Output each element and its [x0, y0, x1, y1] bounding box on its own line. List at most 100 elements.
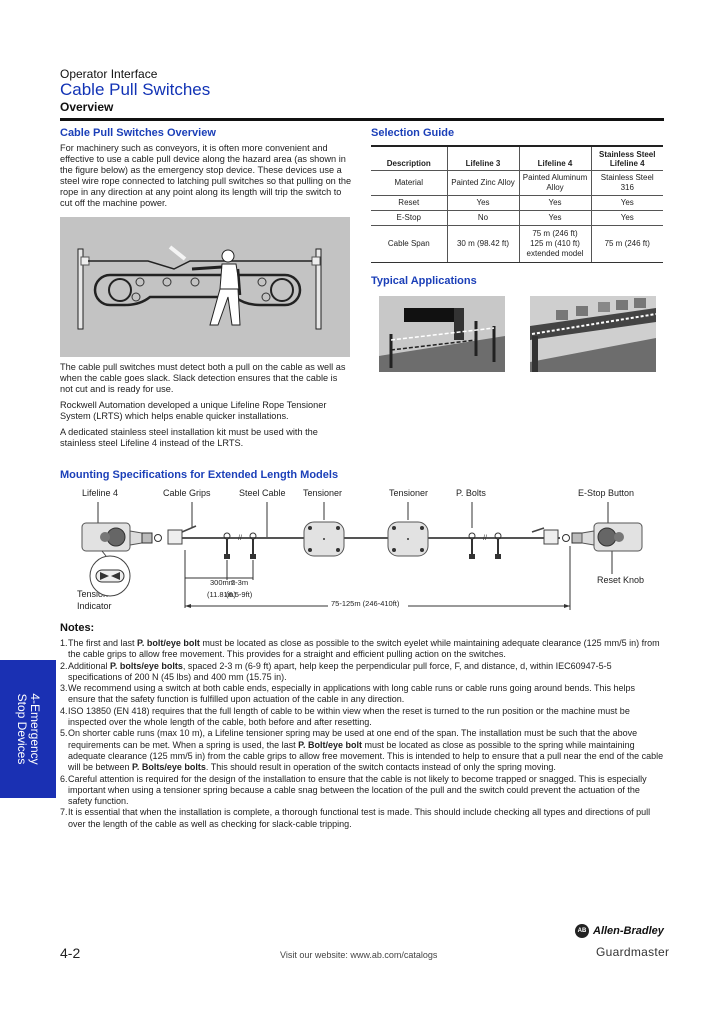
- note-item: 6. Careful attention is required for the …: [60, 774, 664, 808]
- label-estop-button: E-Stop Button: [578, 488, 635, 498]
- reset-knob: [100, 532, 110, 542]
- table-row: Material Painted Zinc Alloy Painted Alum…: [371, 170, 663, 196]
- conveyor-leg: [532, 336, 538, 372]
- note-text: Additional: [68, 660, 111, 671]
- note-number: 7.: [60, 807, 68, 818]
- note-text: . This should result in operation of the…: [205, 762, 556, 773]
- note-number: 5.: [60, 728, 68, 739]
- note-item: 3. We recommend using a switch at both ca…: [60, 683, 664, 706]
- mounting-title: Mounting Specifications for Extended Len…: [60, 469, 339, 481]
- conveyor-figure-svg: [77, 245, 322, 330]
- table-cell: Yes: [518, 195, 591, 211]
- p-bolt: [223, 532, 231, 559]
- overview-title: Cable Pull Switches Overview: [60, 127, 216, 139]
- table-cell: 75 m (246 ft) 125 m (410 ft) extended mo…: [518, 225, 591, 263]
- overview-paragraph: The cable pull switches must detect both…: [60, 362, 346, 394]
- brand-name: Allen-Bradley: [593, 925, 664, 937]
- conveyor-rope-image: [530, 296, 657, 372]
- table-row: E-Stop No Yes Yes: [371, 210, 663, 226]
- person-torso: [219, 263, 241, 290]
- roller: [162, 277, 172, 287]
- break-mark: //: [483, 535, 487, 542]
- perimeter-guard-rope-image: [379, 296, 505, 372]
- note-emphasis: P. bolts/eye bolts: [110, 660, 183, 671]
- roller: [131, 292, 141, 302]
- column-header: Description: [386, 159, 431, 168]
- table-cell: Material: [371, 170, 447, 196]
- shackle: [154, 534, 162, 542]
- break-mark: //: [238, 535, 242, 542]
- overview-intro: For machinery such as conveyors, it is o…: [60, 143, 352, 208]
- note-item: 4. ISO 13850 (EN 418) requires that the f…: [60, 706, 664, 729]
- table-cell: 75 m (246 ft): [590, 225, 663, 263]
- conveyor-rope-svg: [530, 296, 657, 372]
- header-divider: [60, 118, 664, 121]
- tensioner: [387, 521, 429, 557]
- box: [634, 298, 646, 308]
- mounting-diagram: // //: [81, 502, 643, 610]
- label-p-bolts: P. Bolts: [456, 488, 486, 498]
- p-bolt: [249, 532, 257, 559]
- roller: [257, 277, 267, 287]
- chapter-side-tab[interactable]: 4-Emergency Stop Devices: [0, 660, 56, 798]
- note-number: 6.: [60, 773, 68, 784]
- box: [598, 302, 610, 312]
- perimeter-guard-svg: [379, 296, 505, 372]
- page-number: 4-2: [60, 945, 81, 961]
- box: [576, 306, 588, 316]
- table-row: Cable Span 30 m (98.42 ft) 75 m (246 ft)…: [371, 225, 663, 263]
- overview-paragraph: A dedicated stainless steel installation…: [60, 427, 318, 448]
- table-cell: Yes: [590, 210, 663, 226]
- table-cell: Yes: [518, 210, 591, 226]
- box: [556, 310, 568, 320]
- selection-guide-table-wrap: Description Lifeline 3 Lifeline 4 Stainl…: [371, 145, 663, 263]
- selection-guide-table: Description Lifeline 3 Lifeline 4 Stainl…: [371, 145, 663, 263]
- roller: [135, 277, 145, 287]
- p-bolt: [494, 532, 502, 559]
- cable-tail: [531, 527, 545, 533]
- guardmaster-logo: Guardmaster: [596, 945, 670, 959]
- side-tab-line: Stop Devices: [15, 693, 29, 765]
- cable-tail: [181, 525, 197, 533]
- left-switch: [80, 256, 90, 266]
- table-cell: E-Stop: [371, 210, 447, 226]
- header-subtitle: Operator Interface: [60, 67, 158, 81]
- column-header: Stainless Steel Lifeline 4: [590, 146, 663, 171]
- label-tensioner: Tensioner: [303, 488, 343, 498]
- table-row: Reset Yes Yes Yes: [371, 195, 663, 211]
- machine-side: [454, 308, 464, 340]
- roller: [190, 277, 200, 287]
- note-text: It is essential that when the installati…: [68, 807, 651, 829]
- p-bolt: [468, 532, 476, 559]
- switch-eyelet: [129, 530, 143, 546]
- table-cell: Painted Zinc Alloy: [446, 170, 519, 196]
- label-lifeline4: Lifeline 4: [82, 488, 119, 498]
- note-emphasis: P. Bolts/eye bolts: [132, 762, 206, 773]
- side-tab-line: 4-Emergency: [28, 693, 42, 765]
- right-switch: [311, 256, 321, 266]
- table-cell: Painted Aluminum Alloy: [518, 170, 591, 196]
- note-text: The first and last: [68, 638, 138, 648]
- arrowhead: [185, 604, 191, 608]
- conveyor-drum: [270, 278, 294, 302]
- note-item: 7. It is essential that when the installa…: [60, 807, 664, 830]
- switch-nut: [141, 532, 153, 544]
- selection-guide-title: Selection Guide: [371, 127, 455, 139]
- tensioner: [303, 521, 345, 557]
- label-cable-grips: Cable Grips: [163, 488, 211, 498]
- table-cell: Yes: [446, 195, 519, 211]
- label-tensioner: Tensioner: [389, 488, 429, 498]
- table-header-row: Description Lifeline 3 Lifeline 4 Stainl…: [371, 146, 663, 171]
- conveyor-cable-pull-illustration: [60, 217, 350, 357]
- switch-eyelet: [581, 530, 595, 546]
- note-number: 4.: [60, 705, 68, 716]
- cable-grip: [543, 529, 559, 545]
- label-steel-cable: Steel Cable: [239, 488, 286, 498]
- person-arm: [191, 265, 223, 271]
- column-header: Lifeline 3: [446, 146, 519, 171]
- person-legs: [209, 288, 241, 326]
- note-text: Careful attention is required for the de…: [68, 773, 647, 807]
- website-link[interactable]: Visit our website: www.ab.com/catalogs: [280, 950, 437, 960]
- roller: [261, 292, 271, 302]
- section-label: Overview: [60, 100, 114, 114]
